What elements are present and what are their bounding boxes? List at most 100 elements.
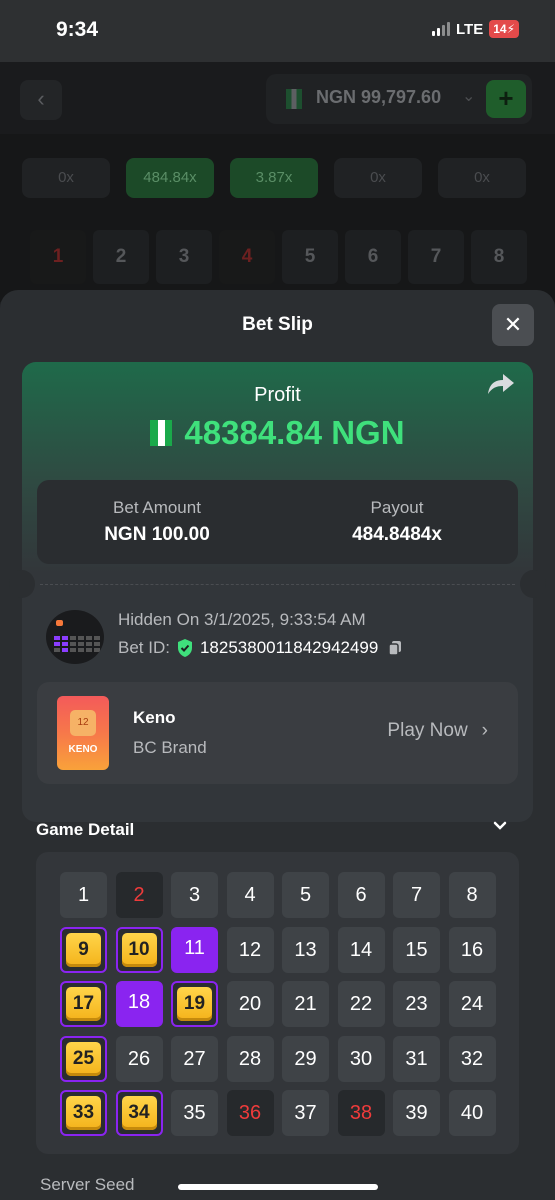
game-name: Keno (133, 708, 176, 727)
board-cell-37: 37 (282, 1090, 329, 1136)
board-cell-4: 4 (226, 872, 274, 918)
bet-id-row: Bet ID: 1825380011842942499 (118, 638, 402, 658)
board-cell-30: 30 (337, 1035, 385, 1082)
board-cell-40: 40 (448, 1090, 496, 1136)
signal-icon (431, 22, 450, 36)
board-cell-31: 31 (393, 1035, 440, 1082)
board-cell-7: 7 (393, 872, 440, 918)
home-indicator[interactable] (178, 1184, 378, 1190)
hit-tile: 9 (66, 932, 101, 967)
background-number: 4 (219, 230, 275, 284)
thumb-tile: 12 (70, 710, 96, 736)
board-cell-3: 3 (171, 872, 218, 918)
board-cell-33: 33 (60, 1090, 107, 1136)
game-link-card[interactable]: 12 KENO Keno BC Brand Play Now › (37, 682, 518, 784)
nigeria-flag-icon (286, 89, 302, 109)
background-number: 3 (156, 230, 212, 284)
top-bar: ‹ NGN 99,797.60 ⌄ + (0, 62, 555, 134)
profit-row: 48384.84 NGN (22, 414, 533, 452)
board-cell-36: 36 (226, 1090, 274, 1136)
board-cell-18: 18 (115, 981, 163, 1027)
board-cell-26: 26 (115, 1035, 163, 1082)
background-number-row: 1 2 3 4 5 6 7 8 (30, 230, 527, 284)
payout: Payout 484.8484x (277, 498, 517, 546)
back-button[interactable]: ‹ (20, 80, 62, 120)
bet-id-label: Bet ID: (118, 638, 170, 657)
game-detail-title: Game Detail (36, 820, 135, 839)
keno-board: 1 2 3 4 5 6 7 8 9 10 11 12 13 14 15 16 17 18 19 20 21 22 23 24 2… (36, 852, 519, 1154)
board-cell-32: 32 (448, 1035, 496, 1082)
thumb-label: KENO (68, 744, 98, 755)
chevron-down-icon[interactable] (490, 816, 510, 836)
hit-tile: 33 (66, 1096, 101, 1130)
board-cell-23: 23 (393, 981, 440, 1027)
status-time: 9:34 (56, 18, 99, 41)
deposit-button[interactable]: + (486, 80, 526, 118)
board-cell-14: 14 (337, 926, 385, 973)
board-cell-24: 24 (448, 981, 496, 1027)
payout-label: Payout (370, 498, 424, 517)
battery-icon: 14⚡ (489, 20, 519, 38)
play-now-button[interactable]: Play Now › (387, 720, 488, 742)
board-cell-15: 15 (393, 926, 440, 973)
multiplier-chip: 0x (334, 158, 422, 198)
hit-tile: 17 (66, 987, 101, 1021)
board-cell-25: 25 (60, 1035, 107, 1082)
board-cell-19: 19 (171, 981, 218, 1027)
sheet-title: Bet Slip (242, 314, 313, 335)
chevron-right-icon: › (481, 720, 488, 741)
board-cell-10: 10 (115, 926, 163, 973)
nigeria-flag-icon (150, 420, 173, 446)
board-cell-9: 9 (60, 926, 107, 973)
bet-amount: Bet Amount NGN 100.00 (37, 498, 277, 546)
board-cell-11: 11 (171, 926, 218, 973)
multiplier-chip: 0x (438, 158, 526, 198)
board-cell-34: 34 (115, 1090, 163, 1136)
game-brand: BC Brand (133, 738, 207, 757)
bet-amount-label: Bet Amount (113, 498, 201, 517)
profit-label: Profit (254, 384, 301, 406)
status-right: LTE 14⚡ (431, 20, 519, 38)
board-cell-13: 13 (282, 926, 329, 973)
multiplier-chip: 3.87x (230, 158, 318, 198)
background-number: 2 (93, 230, 149, 284)
board-cell-1: 1 (60, 872, 107, 918)
balance-amount: NGN 99,797.60 (316, 87, 442, 107)
background-number: 1 (30, 230, 86, 284)
background-number: 5 (282, 230, 338, 284)
thumb-grid (54, 636, 100, 652)
background-number: 7 (408, 230, 464, 284)
board-cell-12: 12 (226, 926, 274, 973)
copy-icon[interactable] (388, 640, 402, 656)
network-label: LTE (455, 20, 484, 38)
hidden-on-text: Hidden On 3/1/2025, 9:33:54 AM (118, 610, 366, 629)
hit-tile: 19 (177, 987, 212, 1021)
hit-tile: 25 (66, 1041, 101, 1076)
hit-tile: 34 (121, 1096, 157, 1130)
profit-value: 48384.84 NGN (184, 414, 405, 451)
board-cell-2: 2 (115, 872, 163, 918)
balance-pill[interactable]: NGN 99,797.60 ⌄ + (266, 74, 532, 124)
close-icon: ✕ (503, 312, 523, 337)
chevron-down-icon: ⌄ (462, 88, 476, 105)
payout-value: 484.8484x (352, 524, 442, 545)
board-cell-16: 16 (448, 926, 496, 973)
verified-shield-icon (177, 639, 192, 657)
background-number: 6 (345, 230, 401, 284)
bet-id-value: 1825380011842942499 (199, 638, 379, 657)
board-cell-20: 20 (226, 981, 274, 1027)
board-cell-39: 39 (393, 1090, 440, 1136)
multiplier-row: 0x 484.84x 3.87x 0x 0x (22, 158, 526, 198)
server-seed-label: Server Seed (40, 1175, 135, 1194)
bet-slip-sheet: Bet Slip ✕ Profit 48384.84 NGN Bet Amoun… (0, 290, 555, 1200)
multiplier-chip: 0x (22, 158, 110, 198)
hit-tile: 10 (121, 932, 157, 967)
bet-amount-value: NGN 100.00 (104, 524, 210, 545)
close-button[interactable]: ✕ (492, 304, 534, 346)
board-cell-17: 17 (60, 981, 107, 1027)
board-cell-6: 6 (337, 872, 385, 918)
board-cell-5: 5 (282, 872, 329, 918)
bet-thumbnail (46, 610, 104, 664)
bet-card: Profit 48384.84 NGN Bet Amount NGN 100.0… (9, 362, 546, 822)
board-cell-21: 21 (282, 981, 329, 1027)
